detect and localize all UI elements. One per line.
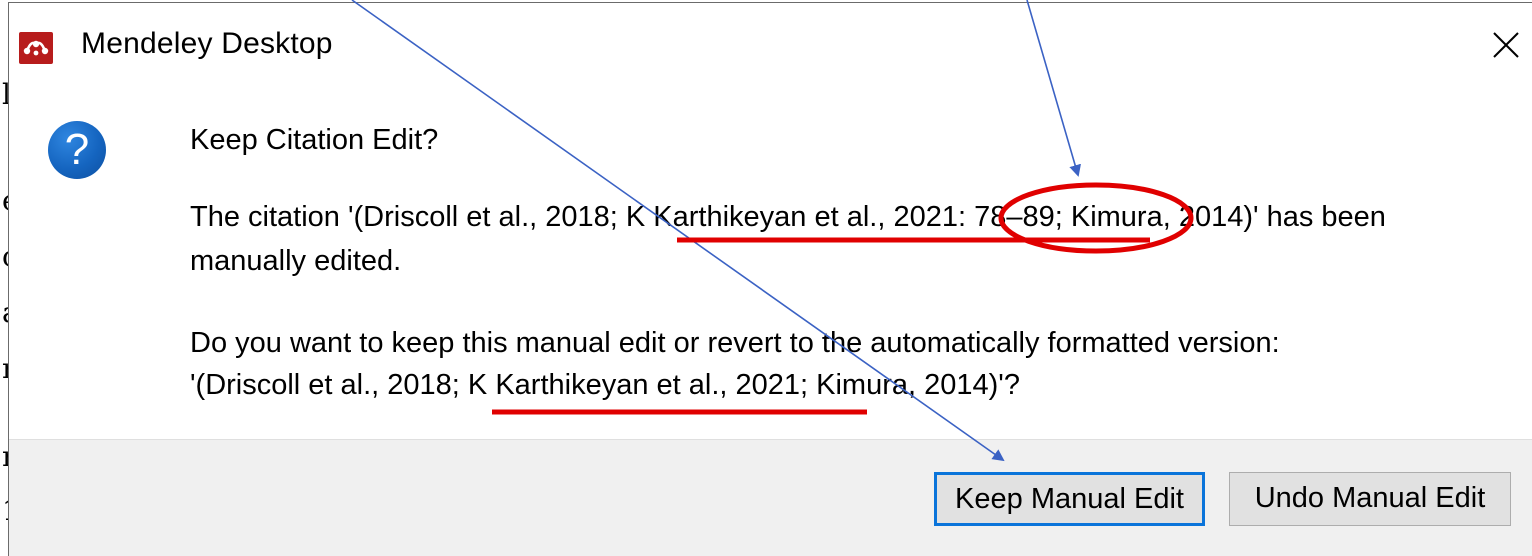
keep-manual-edit-button[interactable]: Keep Manual Edit xyxy=(934,472,1205,526)
screen: li e oi ai n ri 1 Mendeley Desktop xyxy=(0,0,1532,556)
dialog-heading: Keep Citation Edit? xyxy=(190,124,439,156)
undo-manual-edit-button[interactable]: Undo Manual Edit xyxy=(1229,472,1511,526)
mendeley-logo-icon xyxy=(19,32,53,64)
dialog-message-line: The citation '(Driscoll et al., 2018; K … xyxy=(190,201,1386,233)
window-title: Mendeley Desktop xyxy=(81,27,333,60)
dialog-message-line: manually edited. xyxy=(190,245,402,277)
question-icon: ? xyxy=(48,121,106,179)
dialog-message-line: Do you want to keep this manual edit or … xyxy=(190,327,1280,359)
title-bar[interactable]: Mendeley Desktop xyxy=(9,3,1532,89)
dialog-message-line: '(Driscoll et al., 2018; K Karthikeyan e… xyxy=(190,369,1020,401)
dialog-button-bar: Keep Manual Edit Undo Manual Edit xyxy=(9,439,1532,556)
close-icon xyxy=(1493,32,1519,58)
citation-edit-dialog: Mendeley Desktop ? Keep Citation Edit? T… xyxy=(8,2,1532,556)
close-button[interactable] xyxy=(1482,17,1532,73)
